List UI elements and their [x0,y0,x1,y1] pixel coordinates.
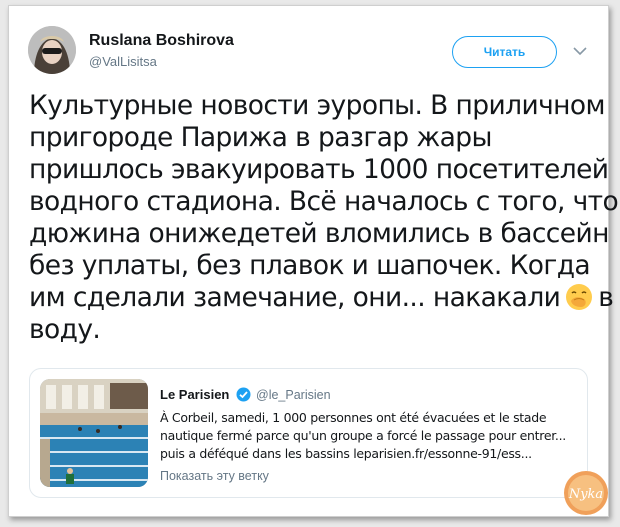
tweet-line: водного стадиона. Всё началось с того, ч… [29,186,619,217]
quoted-tweet-text: À Corbeil, samedi, 1 000 personnes ont é… [160,409,580,463]
tweet-line: Культурные новости эуропы. В приличном [29,90,605,121]
watermark-logo: Nyka [562,469,610,517]
quoted-author-handle: @le_Parisien [256,388,331,402]
tweet-line-7: им сделали замечание, они... накакали в [29,282,614,314]
tweet-line: без уплаты, без плавок и шапочек. Когда [29,250,591,281]
tweet-line: воду. [29,314,101,345]
quoted-tweet-image [40,379,148,487]
chevron-down-icon[interactable] [571,42,589,60]
author-name[interactable]: Ruslana Boshirova [89,32,234,50]
quoted-tweet-line: À Corbeil, samedi, 1 000 personnes ont é… [160,410,547,425]
tweet-card: Ruslana Boshirova @ValLisitsa Читать Кул… [8,5,619,517]
tweet-line-part: в [598,282,614,313]
svg-text:Nyka: Nyka [568,487,603,502]
tweet-line-part: им сделали замечание, они... накакали [29,282,561,313]
verified-badge-icon [236,387,251,402]
author-handle[interactable]: @ValLisitsa [89,54,157,69]
quoted-tweet-line: puis a déféqué dans les bassins leparisi… [160,446,532,461]
tweet-line: пришлось эвакуировать 1000 посетителей [29,154,609,185]
tweet-line: дюжина онижедетей вломились в бассейн [29,218,609,249]
tweet-text: Культурные новости эуропы. В приличном п… [29,90,619,346]
quoted-tweet[interactable]: Le Parisien @le_Parisien À Corbeil, same… [29,368,588,498]
tweet-line: пригороде Парижа в разгар жары [29,122,492,153]
quoted-tweet-line: nautique fermé parce qu'un groupe a forc… [160,428,566,443]
show-thread-link[interactable]: Показать эту ветку [160,469,269,483]
face-with-hand-over-mouth-icon [564,282,594,312]
follow-button[interactable]: Читать [452,36,557,68]
quoted-author-name: Le Parisien [160,387,230,402]
avatar[interactable] [28,26,76,74]
